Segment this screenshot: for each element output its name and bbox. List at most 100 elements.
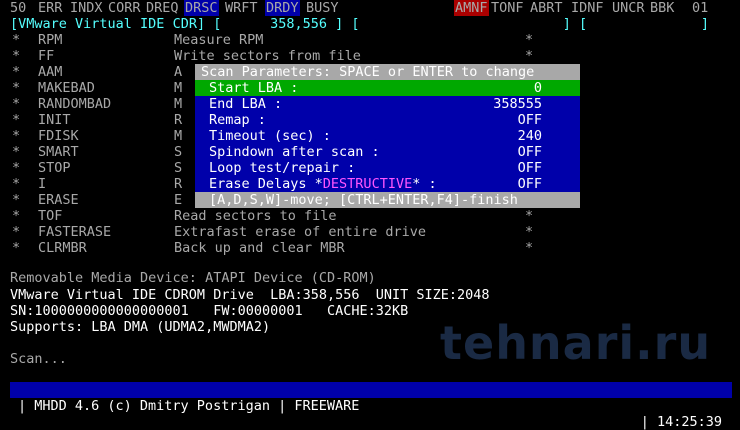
param-label: Spindown after scan :: [209, 144, 380, 160]
register-flag-wrft: WRFT: [225, 0, 258, 16]
command-smart[interactable]: SMART: [38, 144, 79, 160]
param-value: 0: [533, 80, 542, 96]
command-description: M: [174, 96, 183, 112]
row-bullet: *: [12, 208, 21, 224]
row-bullet: *: [12, 144, 21, 160]
status-bar-left: | MHDD 4.6 (c) Dmitry Postrigan | FREEWA…: [18, 398, 360, 414]
command-stop[interactable]: STOP: [38, 160, 71, 176]
param-label: Start LBA :: [209, 80, 299, 96]
command-tof[interactable]: TOF: [38, 208, 62, 224]
device-model-line: VMware Virtual IDE CDROM Drive LBA:358,5…: [10, 287, 490, 303]
command-clrmbr[interactable]: CLRMBR: [38, 240, 87, 256]
param-value: OFF: [517, 112, 542, 128]
register-flag-amnf: AMNF: [454, 0, 489, 16]
register-flag-drsc: DRSC: [184, 0, 219, 16]
register-flag-corr: CORR: [108, 0, 141, 16]
param-row[interactable]: End LBA : 358555: [195, 96, 580, 112]
register-flag-drdy: DRDY: [265, 0, 300, 16]
command-description: Write sectors from file: [174, 48, 361, 64]
param-row-erase-delays[interactable]: Erase Delays *DESTRUCTIVE* : OFF: [195, 176, 580, 192]
param-row[interactable]: Timeout (sec) : 240: [195, 128, 580, 144]
param-row[interactable]: Remap : OFF: [195, 112, 580, 128]
status-bar-clock: | 14:25:39: [640, 414, 722, 430]
command-randombad[interactable]: RANDOMBAD: [38, 96, 111, 112]
row-bullet: *: [12, 48, 21, 64]
command-makebad[interactable]: MAKEBAD: [38, 80, 95, 96]
register-flag-tonf: TONF: [491, 0, 524, 16]
param-row[interactable]: Loop test/repair : OFF: [195, 160, 580, 176]
row-bullet: *: [12, 192, 21, 208]
status-bar: | MHDD 4.6 (c) Dmitry Postrigan | FREEWA…: [10, 382, 732, 430]
command-description: E: [174, 192, 183, 208]
param-row[interactable]: Start LBA : 0: [195, 80, 580, 96]
command-erase[interactable]: ERASE: [38, 192, 79, 208]
command-fdisk[interactable]: FDISK: [38, 128, 79, 144]
command-description: S: [174, 160, 183, 176]
command-rpm[interactable]: RPM: [38, 32, 62, 48]
command-fasterase[interactable]: FASTERASE: [38, 224, 111, 240]
command-description: M: [174, 80, 183, 96]
row-bullet: *: [12, 128, 21, 144]
param-value: OFF: [517, 160, 542, 176]
register-flag-abrt: ABRT: [530, 0, 563, 16]
command-description: Measure RPM: [174, 32, 264, 48]
command-description: M: [174, 128, 183, 144]
command-init[interactable]: INIT: [38, 112, 71, 128]
command-ff[interactable]: FF: [38, 48, 54, 64]
device-lba: 358,556: [270, 16, 328, 32]
row-bullet: *: [12, 240, 21, 256]
row-bullet: *: [12, 176, 21, 192]
command-description: R: [174, 112, 183, 128]
row-bullet: *: [12, 64, 21, 80]
device-bar: [VMware Virtual IDE CDR] [ 358,556 ] [ ]…: [10, 16, 710, 32]
command-description: Read sectors to file: [174, 208, 337, 224]
param-value: 240: [517, 128, 542, 144]
register-flag-dreq: DREQ: [146, 0, 179, 16]
param-label: Erase Delays *DESTRUCTIVE* :: [209, 176, 437, 192]
row-bullet: *: [12, 112, 21, 128]
param-row[interactable]: Spindown after scan : OFF: [195, 144, 580, 160]
param-value: OFF: [517, 176, 542, 192]
dialog-title: Scan Parameters: SPACE or ENTER to chang…: [195, 64, 580, 80]
register-flag-indx: INDX: [70, 0, 103, 16]
command-description: Back up and clear MBR: [174, 240, 345, 256]
param-label: Loop test/repair :: [209, 160, 356, 176]
destructive-warning: DESTRUCTIVE: [322, 176, 413, 192]
row-bullet: *: [525, 208, 534, 224]
command-description: S: [174, 144, 183, 160]
register-flag-bbk: BBK: [650, 0, 675, 16]
command-aam[interactable]: AAM: [38, 64, 62, 80]
device-serial-line: SN:1000000000000000001 FW:00000001 CACHE…: [10, 303, 409, 319]
command-description: Extrafast erase of entire drive: [174, 224, 426, 240]
row-bullet: *: [525, 224, 534, 240]
register-flag-01: 01: [692, 0, 709, 16]
param-label: Timeout (sec) :: [209, 128, 331, 144]
row-bullet: *: [12, 160, 21, 176]
register-flag-busy: BUSY: [306, 0, 339, 16]
param-label: Remap :: [209, 112, 266, 128]
row-bullet: *: [12, 80, 21, 96]
row-bullet: *: [525, 240, 534, 256]
register-flag-uncr: UNCR: [612, 0, 645, 16]
command-description: A: [174, 64, 183, 80]
param-value: OFF: [517, 144, 542, 160]
scan-parameters-dialog: Scan Parameters: SPACE or ENTER to chang…: [195, 64, 580, 208]
scan-status-text: Scan...: [10, 351, 67, 367]
device-supports-line: Supports: LBA DMA (UDMA2,MWDMA2): [10, 319, 271, 335]
command-description: R: [174, 176, 183, 192]
param-value: 358555: [493, 96, 542, 112]
row-bullet: *: [525, 32, 534, 48]
row-bullet: *: [12, 224, 21, 240]
command-i[interactable]: I: [38, 176, 46, 192]
device-name: VMware Virtual IDE CDR: [18, 16, 197, 32]
register-flag-err: ERR: [38, 0, 63, 16]
register-flag-50: 50: [10, 0, 27, 16]
watermark: tehnari.ru: [440, 316, 712, 370]
device-type-line: Removable Media Device: ATAPI Device (CD…: [10, 270, 376, 286]
register-flag-idnf: IDNF: [571, 0, 604, 16]
row-bullet: *: [12, 32, 21, 48]
row-bullet: *: [12, 96, 21, 112]
row-bullet: *: [525, 48, 534, 64]
dialog-footer-hint: [A,D,S,W]-move; [CTRL+ENTER,F4]-finish: [195, 192, 580, 208]
param-label: End LBA :: [209, 96, 283, 112]
